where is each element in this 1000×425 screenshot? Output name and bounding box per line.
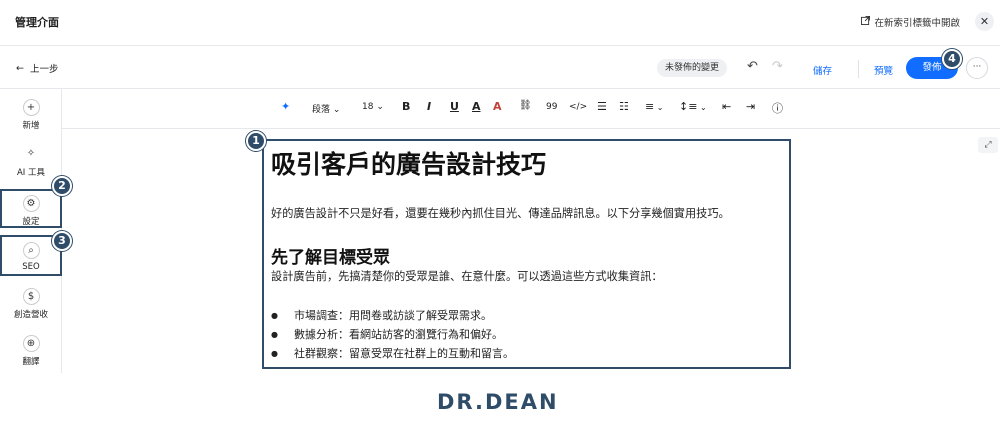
app-title: 管理介面 bbox=[15, 16, 59, 29]
sidebar-item-label: 翻譯 bbox=[22, 357, 40, 367]
save-button[interactable]: 儲存 bbox=[813, 63, 832, 77]
globe-icon: ⊕ bbox=[22, 335, 40, 352]
open-in-new-tab-label: 在新索引標籤中開啟 bbox=[874, 18, 960, 29]
back-label: 上一步 bbox=[29, 64, 59, 75]
action-bar: ← 上一步 未發佈的變更 ↶ ↷ 儲存 預覽 發佈 ··· bbox=[0, 47, 1000, 89]
sidebar-item-add[interactable]: + 新增 bbox=[0, 99, 62, 131]
step-marker-4: 4 bbox=[942, 49, 962, 69]
intro-paragraph[interactable]: 好的廣告設計不只是好看，還要在幾秒內抓住目光、傳達品牌訊息。以下分享幾個實用技巧… bbox=[271, 205, 730, 221]
font-size-value: 18 bbox=[362, 102, 374, 112]
chevron-down-icon: ⌄ bbox=[376, 102, 384, 112]
undo-icon[interactable]: ↶ bbox=[747, 59, 758, 74]
top-bar: 管理介面 在新索引標籤中開啟 ✕ bbox=[0, 0, 1000, 46]
quote-button[interactable]: 99 bbox=[546, 102, 557, 112]
post-title[interactable]: 吸引客戶的廣告設計技巧 bbox=[271, 145, 546, 181]
arrow-left-icon: ← bbox=[16, 62, 24, 74]
external-link-icon bbox=[861, 16, 871, 28]
formatting-toolbar: ✦ 段落 ⌄ 18 ⌄ B I U A A ⛓ 99 </> ☰ ☷ ≡ ⌄ ↕… bbox=[62, 89, 1000, 129]
close-button[interactable]: ✕ bbox=[975, 12, 994, 31]
unpublished-changes-badge: 未發佈的變更 bbox=[657, 59, 728, 77]
bulleted-list-icon[interactable]: ☰ bbox=[597, 100, 607, 113]
sidebar-item-translate[interactable]: ⊕ 翻譯 bbox=[0, 335, 62, 367]
text-align-dropdown[interactable]: ≡ ⌄ bbox=[645, 100, 663, 113]
link-icon[interactable]: ⛓ bbox=[519, 100, 532, 111]
left-sidebar: + 新增 ✧ AI 工具 ⚙ 設定 ⌕ SEO $ 創造營收 ⊕ 翻譯 bbox=[0, 89, 62, 373]
list-item[interactable]: 社群觀察：留意受眾在社群上的互動和留言。 bbox=[271, 344, 514, 363]
step-marker-2: 2 bbox=[52, 176, 72, 196]
decrease-indent-icon[interactable]: ⇤ bbox=[722, 100, 731, 113]
back-button[interactable]: ← 上一步 bbox=[16, 61, 59, 76]
text-color-button[interactable]: A bbox=[472, 100, 481, 113]
code-button[interactable]: </> bbox=[569, 102, 587, 112]
sidebar-item-monetize[interactable]: $ 創造營收 bbox=[0, 288, 62, 320]
sidebar-item-label: 創造營收 bbox=[13, 310, 48, 320]
paragraph-style-dropdown[interactable]: 段落 ⌄ bbox=[312, 102, 340, 115]
list-item[interactable]: 數據分析：看網站訪客的瀏覽行為和偏好。 bbox=[271, 325, 514, 344]
step-marker-1: 1 bbox=[246, 131, 266, 151]
list-item[interactable]: 市場調查：用問卷或訪談了解受眾需求。 bbox=[271, 306, 514, 325]
dollar-icon: $ bbox=[22, 288, 40, 305]
settings-highlight-box bbox=[0, 189, 62, 228]
increase-indent-icon[interactable]: ⇥ bbox=[746, 100, 755, 113]
line-spacing-dropdown[interactable]: ↕≡ ⌄ bbox=[679, 100, 707, 113]
font-size-dropdown[interactable]: 18 ⌄ bbox=[362, 102, 384, 112]
sidebar-item-label: 新增 bbox=[22, 121, 40, 131]
paragraph-style-value: 段落 bbox=[312, 105, 331, 115]
section-paragraph[interactable]: 設計廣告前，先搞清楚你的受眾是誰、在意什麼。可以透過這些方式收集資訊： bbox=[271, 268, 663, 284]
divider bbox=[858, 60, 859, 78]
expand-icon[interactable]: ⤢ bbox=[978, 137, 998, 153]
section-heading[interactable]: 先了解目標受眾 bbox=[271, 243, 390, 268]
italic-button[interactable]: I bbox=[427, 100, 431, 113]
dr-dean-logo: DR.DEAN bbox=[437, 390, 559, 414]
sidebar-item-label: AI 工具 bbox=[16, 168, 46, 178]
step-marker-3: 3 bbox=[52, 231, 72, 251]
redo-icon[interactable]: ↷ bbox=[772, 59, 783, 74]
ai-sparkle-icon[interactable]: ✦ bbox=[281, 100, 290, 113]
bold-button[interactable]: B bbox=[402, 100, 410, 113]
editor-app: 管理介面 在新索引標籤中開啟 ✕ ← 上一步 未發佈的變更 ↶ ↷ 儲存 預覽 … bbox=[0, 0, 1000, 425]
numbered-list-icon[interactable]: ☷ bbox=[619, 100, 629, 113]
open-in-new-tab-link[interactable]: 在新索引標籤中開啟 bbox=[861, 15, 960, 29]
plus-icon: + bbox=[22, 99, 40, 116]
sparkle-icon: ✧ bbox=[26, 148, 36, 159]
preview-button[interactable]: 預覽 bbox=[874, 63, 893, 77]
info-icon[interactable]: ⓘ bbox=[772, 100, 783, 116]
underline-button[interactable]: U bbox=[450, 100, 459, 113]
chevron-down-icon: ⌄ bbox=[332, 105, 341, 115]
sidebar-item-ai-tools[interactable]: ✧ AI 工具 bbox=[0, 146, 62, 178]
bullet-list: 市場調查：用問卷或訪談了解受眾需求。 數據分析：看網站訪客的瀏覽行為和偏好。 社… bbox=[271, 306, 514, 363]
more-options-button[interactable]: ··· bbox=[966, 57, 988, 79]
highlight-color-button[interactable]: A bbox=[493, 100, 502, 113]
